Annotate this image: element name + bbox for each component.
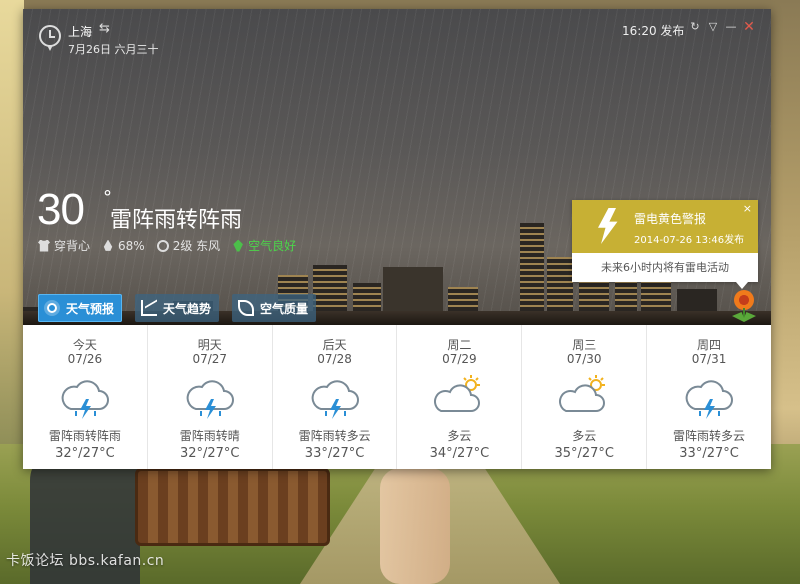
day-temperature: 32°/27°C: [55, 446, 115, 461]
air-text: 空气良好: [248, 239, 297, 253]
day-condition: 多云: [447, 429, 472, 443]
location-icon: [39, 25, 61, 47]
day-name: 周四: [697, 338, 722, 352]
day-date: 07/31: [691, 352, 727, 366]
thunderstorm-icon: [186, 380, 234, 419]
dress-text: 穿背心: [54, 239, 91, 253]
alert-message: 未来6小时内将有雷电活动: [601, 261, 729, 274]
day-temperature: 32°/27°C: [179, 446, 240, 461]
forum-watermark: 卡饭论坛 bbs.kafan.cn: [6, 553, 165, 569]
day-date: 07/26: [67, 352, 103, 366]
day-name: 明天: [197, 338, 222, 352]
day-name: 后天: [322, 338, 347, 352]
weather-sky-background: 上海 ⇆ 7月26日 六月三十 16:20 发布 ↻ ▽ — ✕ 30 ° 雷阵…: [23, 9, 771, 325]
alert-time: 2014-07-26 13:46发布: [634, 235, 745, 246]
forecast-day[interactable]: 周二 07/29 多云 34°/27°C: [397, 325, 523, 469]
sun-icon: [47, 303, 57, 313]
trend-chart-icon: [141, 300, 158, 316]
city-name: 上海: [68, 25, 93, 39]
day-condition: 雷阵雨转阵雨: [48, 429, 121, 443]
day-temperature: 33°/27°C: [304, 446, 365, 461]
weather-window: 上海 ⇆ 7月26日 六月三十 16:20 发布 ↻ ▽ — ✕ 30 ° 雷阵…: [23, 9, 771, 469]
humidity-drop-icon: [103, 239, 113, 251]
current-condition: 雷阵雨转阵雨: [110, 208, 243, 233]
tab-label: 天气趋势: [163, 301, 212, 316]
tab-label: 天气预报: [66, 301, 115, 316]
air-leaf-icon: [233, 239, 243, 252]
switch-city-icon[interactable]: ⇆: [99, 21, 110, 36]
day-temperature: 35°/27°C: [554, 446, 614, 461]
flower-mascot-icon[interactable]: [730, 290, 758, 324]
refresh-icon[interactable]: ↻: [688, 20, 702, 34]
day-temperature: 33°/27°C: [679, 446, 739, 461]
alert-close-icon[interactable]: ×: [743, 202, 752, 215]
wind-text: 2级 东风: [172, 239, 221, 253]
day-date: 07/29: [442, 352, 477, 366]
skin-icon[interactable]: ▽: [706, 20, 720, 34]
day-condition: 雷阵雨转多云: [673, 429, 746, 443]
humidity: 68%: [102, 239, 145, 253]
shirt-icon: [38, 239, 50, 252]
forecast-day[interactable]: 周三 07/30 多云 35°/27°C: [522, 325, 648, 469]
dress-index: 穿背心: [38, 237, 90, 254]
view-tabs: 天气预报 天气趋势 空气质量: [38, 294, 317, 322]
location-pin-icon: [47, 45, 53, 53]
lightning-icon: [598, 208, 618, 244]
forecast-day[interactable]: 后天 07/28 雷阵雨转多云 33°/27°C: [273, 325, 398, 469]
forecast-day[interactable]: 今天 07/26 雷阵雨转阵雨 32°/27°C: [23, 325, 148, 469]
tab-trend[interactable]: 天气趋势: [135, 294, 220, 322]
day-name: 周三: [572, 338, 597, 352]
close-button[interactable]: ✕: [742, 20, 756, 34]
forecast-day[interactable]: 明天 07/27 雷阵雨转晴 32°/27°C: [148, 325, 273, 469]
forecast-strip: 今天 07/26 雷阵雨转阵雨 32°/27°C 明天 07/27 雷阵雨转晴 …: [23, 325, 771, 469]
day-condition: 多云: [572, 429, 597, 443]
partly-cloudy-icon: [434, 375, 481, 412]
alert-header: 雷电黄色警报 2014-07-26 13:46发布 ×: [572, 200, 758, 253]
tab-forecast[interactable]: 天气预报: [38, 294, 123, 322]
humidity-text: 68%: [118, 238, 145, 253]
current-details: 穿背心 68% 2级 东风 空气良好: [38, 237, 296, 254]
date-line: 7月26日 六月三十: [68, 43, 159, 56]
publish-time: 16:20 发布: [622, 24, 685, 38]
day-condition: 雷阵雨转晴: [179, 429, 240, 443]
partly-cloudy-icon: [559, 375, 606, 412]
day-date: 07/28: [317, 352, 352, 366]
weather-alert-card[interactable]: 雷电黄色警报 2014-07-26 13:46发布 × 未来6小时内将有雷电活动: [572, 200, 758, 289]
day-condition: 雷阵雨转多云: [298, 429, 371, 443]
background-basket: [135, 468, 330, 546]
day-temperature: 34°/27°C: [429, 446, 490, 461]
wind-icon: [156, 239, 169, 252]
tab-label: 空气质量: [260, 301, 309, 316]
day-date: 07/30: [566, 352, 602, 366]
background-legs: [380, 468, 450, 584]
thunderstorm-icon: [311, 380, 359, 419]
thunderstorm-icon: [685, 380, 734, 419]
minimize-button[interactable]: —: [724, 20, 738, 34]
forecast-day[interactable]: 周四 07/31 雷阵雨转多云 33°/27°C: [647, 325, 771, 469]
alert-title: 雷电黄色警报: [634, 212, 707, 226]
wind: 2级 东风: [156, 237, 221, 254]
day-date: 07/27: [192, 352, 228, 366]
thunderstorm-icon: [61, 380, 109, 419]
air-quality-summary[interactable]: 空气良好: [232, 237, 296, 254]
leaf-icon: [238, 300, 255, 316]
tab-air-quality[interactable]: 空气质量: [232, 294, 317, 322]
current-temperature: 30: [37, 185, 85, 234]
day-name: 今天: [72, 338, 97, 352]
day-name: 周二: [447, 338, 472, 352]
alert-pointer: [736, 282, 748, 289]
